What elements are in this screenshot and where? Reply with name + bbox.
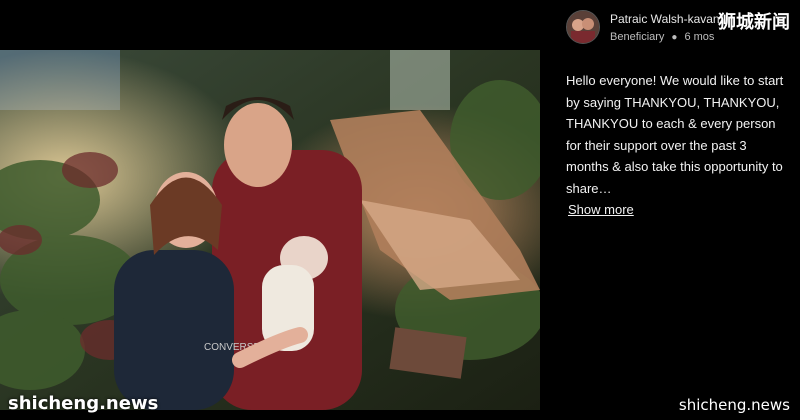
show-more-link[interactable]: Show more (568, 199, 788, 221)
watermark-bottom-left: shicheng.news (8, 393, 159, 414)
bullet-dot-icon: ● (671, 32, 678, 43)
post-text: Hello everyone! We would like to start b… (566, 73, 784, 196)
post-header: Patraic Walsh-kavanagh Beneficiary ● 6 mos (566, 10, 791, 44)
post-age: 6 mos (684, 31, 715, 43)
post-photo[interactable]: CONVERSE (0, 50, 540, 410)
family-photo-illustration: CONVERSE (0, 50, 540, 410)
author-name[interactable]: Patraic Walsh-kavanagh (610, 12, 720, 26)
watermark-bottom-right: shicheng.news (678, 396, 790, 414)
post-body: Hello everyone! We would like to start b… (566, 70, 788, 221)
post-meta: Beneficiary ● 6 mos (610, 31, 714, 43)
author-avatar[interactable] (566, 10, 600, 44)
avatar-photo-icon (567, 11, 599, 43)
author-role: Beneficiary (610, 31, 665, 43)
